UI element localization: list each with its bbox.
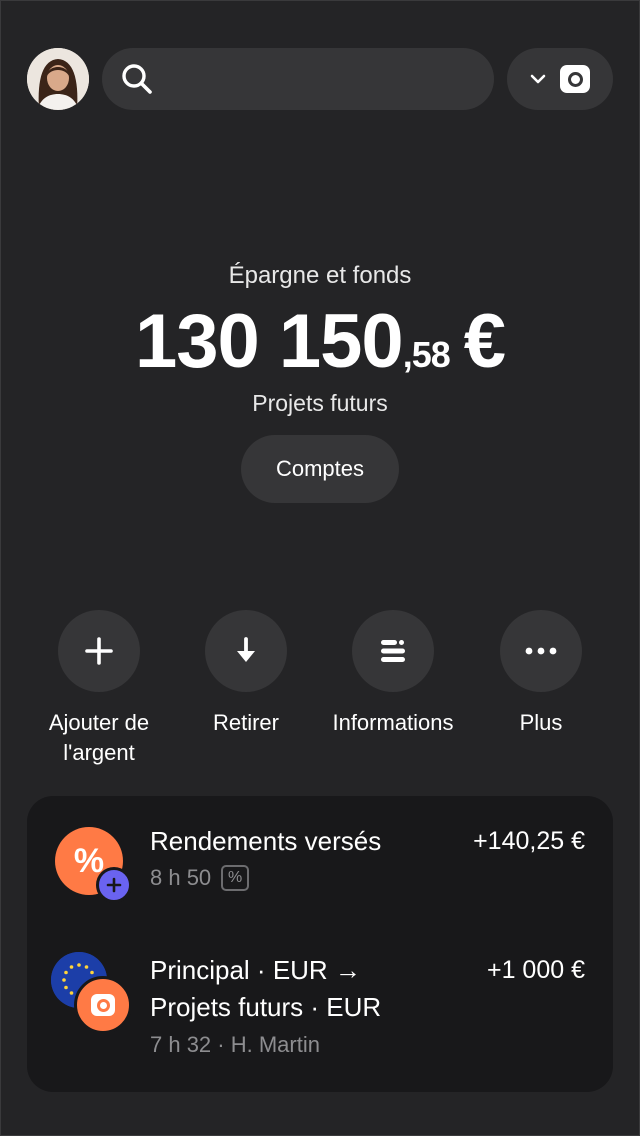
- vault-glyph: [91, 994, 115, 1016]
- avatar-portrait-icon: [27, 48, 89, 110]
- arrow-down-icon: [237, 637, 255, 662]
- balance-decimal: ,58: [402, 334, 451, 375]
- action-information[interactable]: Informations: [318, 610, 468, 738]
- information-button[interactable]: [352, 610, 434, 692]
- search-bar[interactable]: [102, 48, 494, 110]
- balance-currency: €: [463, 299, 506, 384]
- account-switcher[interactable]: [507, 48, 613, 110]
- action-label: Plus: [519, 710, 563, 735]
- action-label: Retirer: [212, 710, 279, 735]
- action-add-money[interactable]: Ajouter de l'argent: [24, 610, 174, 768]
- vault-icon: [74, 976, 132, 1034]
- transaction-title-line1: Principal · EUR →: [150, 955, 361, 985]
- add-money-button[interactable]: [58, 610, 140, 692]
- action-withdraw[interactable]: Retirer: [171, 610, 321, 738]
- more-button[interactable]: [500, 610, 582, 692]
- withdraw-button[interactable]: [205, 610, 287, 692]
- plus-icon: [96, 867, 132, 903]
- transaction-title: Rendements versés: [150, 826, 382, 856]
- transaction-amount: +140,25 €: [473, 827, 585, 855]
- transaction-time: 8 h 50: [150, 865, 212, 890]
- plus-icon: [85, 637, 113, 665]
- transaction-title-line2: Projets futurs · EUR: [150, 992, 382, 1022]
- accounts-button[interactable]: Comptes: [241, 435, 399, 503]
- chevron-down-icon: [530, 74, 546, 84]
- transaction-amount: +1 000 €: [486, 956, 585, 984]
- list-icon: [381, 640, 405, 662]
- transaction-meta: 8 h 50 %: [150, 865, 250, 891]
- section-label: Épargne et fonds: [228, 262, 412, 289]
- transaction-meta: 7 h 32 · H. Martin: [150, 1032, 320, 1057]
- transactions-card: % Rendements versés +140,25 € 8 h 50 % P…: [27, 796, 613, 1092]
- percent-badge: %: [221, 865, 250, 891]
- action-label: Informations: [332, 710, 454, 735]
- account-balance: 130 150,58 €: [0, 298, 640, 385]
- vault-icon: [560, 65, 590, 93]
- action-more[interactable]: Plus: [466, 610, 616, 738]
- action-label: Ajouter de l'argent: [48, 710, 150, 765]
- user-avatar[interactable]: [27, 48, 89, 110]
- balance-integer: 130 150: [134, 299, 404, 384]
- more-icon: [525, 647, 557, 655]
- search-icon: [122, 64, 152, 94]
- account-name: Projets futurs: [252, 390, 388, 416]
